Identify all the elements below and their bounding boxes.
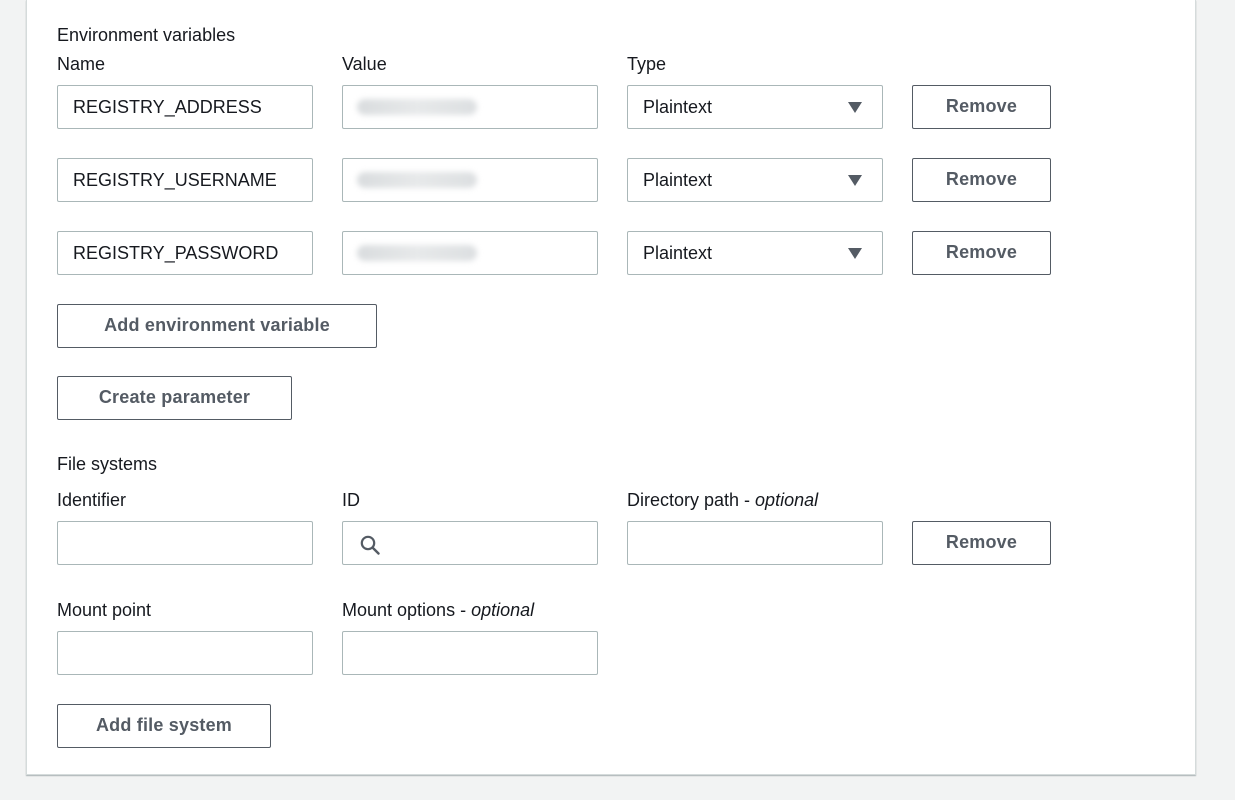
fs-directory-path-input[interactable] (627, 521, 883, 565)
env-remove-button-1[interactable]: Remove (912, 85, 1051, 129)
fs-col-id: ID (342, 490, 360, 510)
fs-mount-options-input[interactable] (342, 631, 598, 675)
env-name-input-2[interactable]: REGISTRY_USERNAME (57, 158, 313, 202)
mount-options-text: Mount options - (342, 600, 472, 620)
blurred-value-text (357, 172, 477, 188)
dir-path-label: Directory path - (627, 490, 756, 510)
fs-section-title: File systems (57, 454, 158, 474)
dir-path-optional: optional (755, 490, 819, 510)
env-type-select-1[interactable]: Plaintext (627, 85, 883, 129)
fs-mount-point-input[interactable] (57, 631, 313, 675)
env-remove-button-2[interactable]: Remove (912, 158, 1051, 202)
env-value-input-1[interactable] (342, 85, 598, 129)
env-value-input-3[interactable] (342, 231, 598, 275)
fs-col-identifier: Identifier (57, 490, 127, 510)
env-name-input-3[interactable]: REGISTRY_PASSWORD (57, 231, 313, 275)
add-file-system-button[interactable]: Add file system (57, 704, 271, 748)
fs-col-directory-path: Directory path - optional (627, 489, 818, 511)
mount-options-optional: optional (471, 600, 535, 620)
env-type-select-3[interactable]: Plaintext (627, 231, 883, 275)
fs-mount-options-label: Mount options - optional (342, 599, 534, 621)
env-section-title: Environment variables (57, 25, 236, 45)
caret-down-icon (848, 102, 862, 113)
fs-remove-button[interactable]: Remove (912, 521, 1051, 565)
env-col-type: Type (627, 54, 667, 74)
add-environment-variable-button[interactable]: Add environment variable (57, 304, 377, 348)
build-settings-panel: Environment variables Name Value Type RE… (26, 0, 1196, 775)
env-type-value-1: Plaintext (643, 97, 713, 117)
env-name-input-1[interactable]: REGISTRY_ADDRESS (57, 85, 313, 129)
env-type-value-3: Plaintext (643, 243, 713, 263)
env-type-select-2[interactable]: Plaintext (627, 158, 883, 202)
fs-id-search-input[interactable] (342, 521, 598, 565)
env-col-name: Name (57, 54, 106, 74)
env-col-value: Value (342, 54, 387, 74)
env-value-input-2[interactable] (342, 158, 598, 202)
env-remove-button-3[interactable]: Remove (912, 231, 1051, 275)
caret-down-icon (848, 248, 862, 259)
blurred-value-text (357, 245, 477, 261)
fs-mount-point-label: Mount point (57, 600, 152, 620)
search-icon (360, 535, 380, 555)
blurred-value-text (357, 99, 477, 115)
caret-down-icon (848, 175, 862, 186)
create-parameter-button[interactable]: Create parameter (57, 376, 292, 420)
env-type-value-2: Plaintext (643, 170, 713, 190)
fs-identifier-input[interactable] (57, 521, 313, 565)
